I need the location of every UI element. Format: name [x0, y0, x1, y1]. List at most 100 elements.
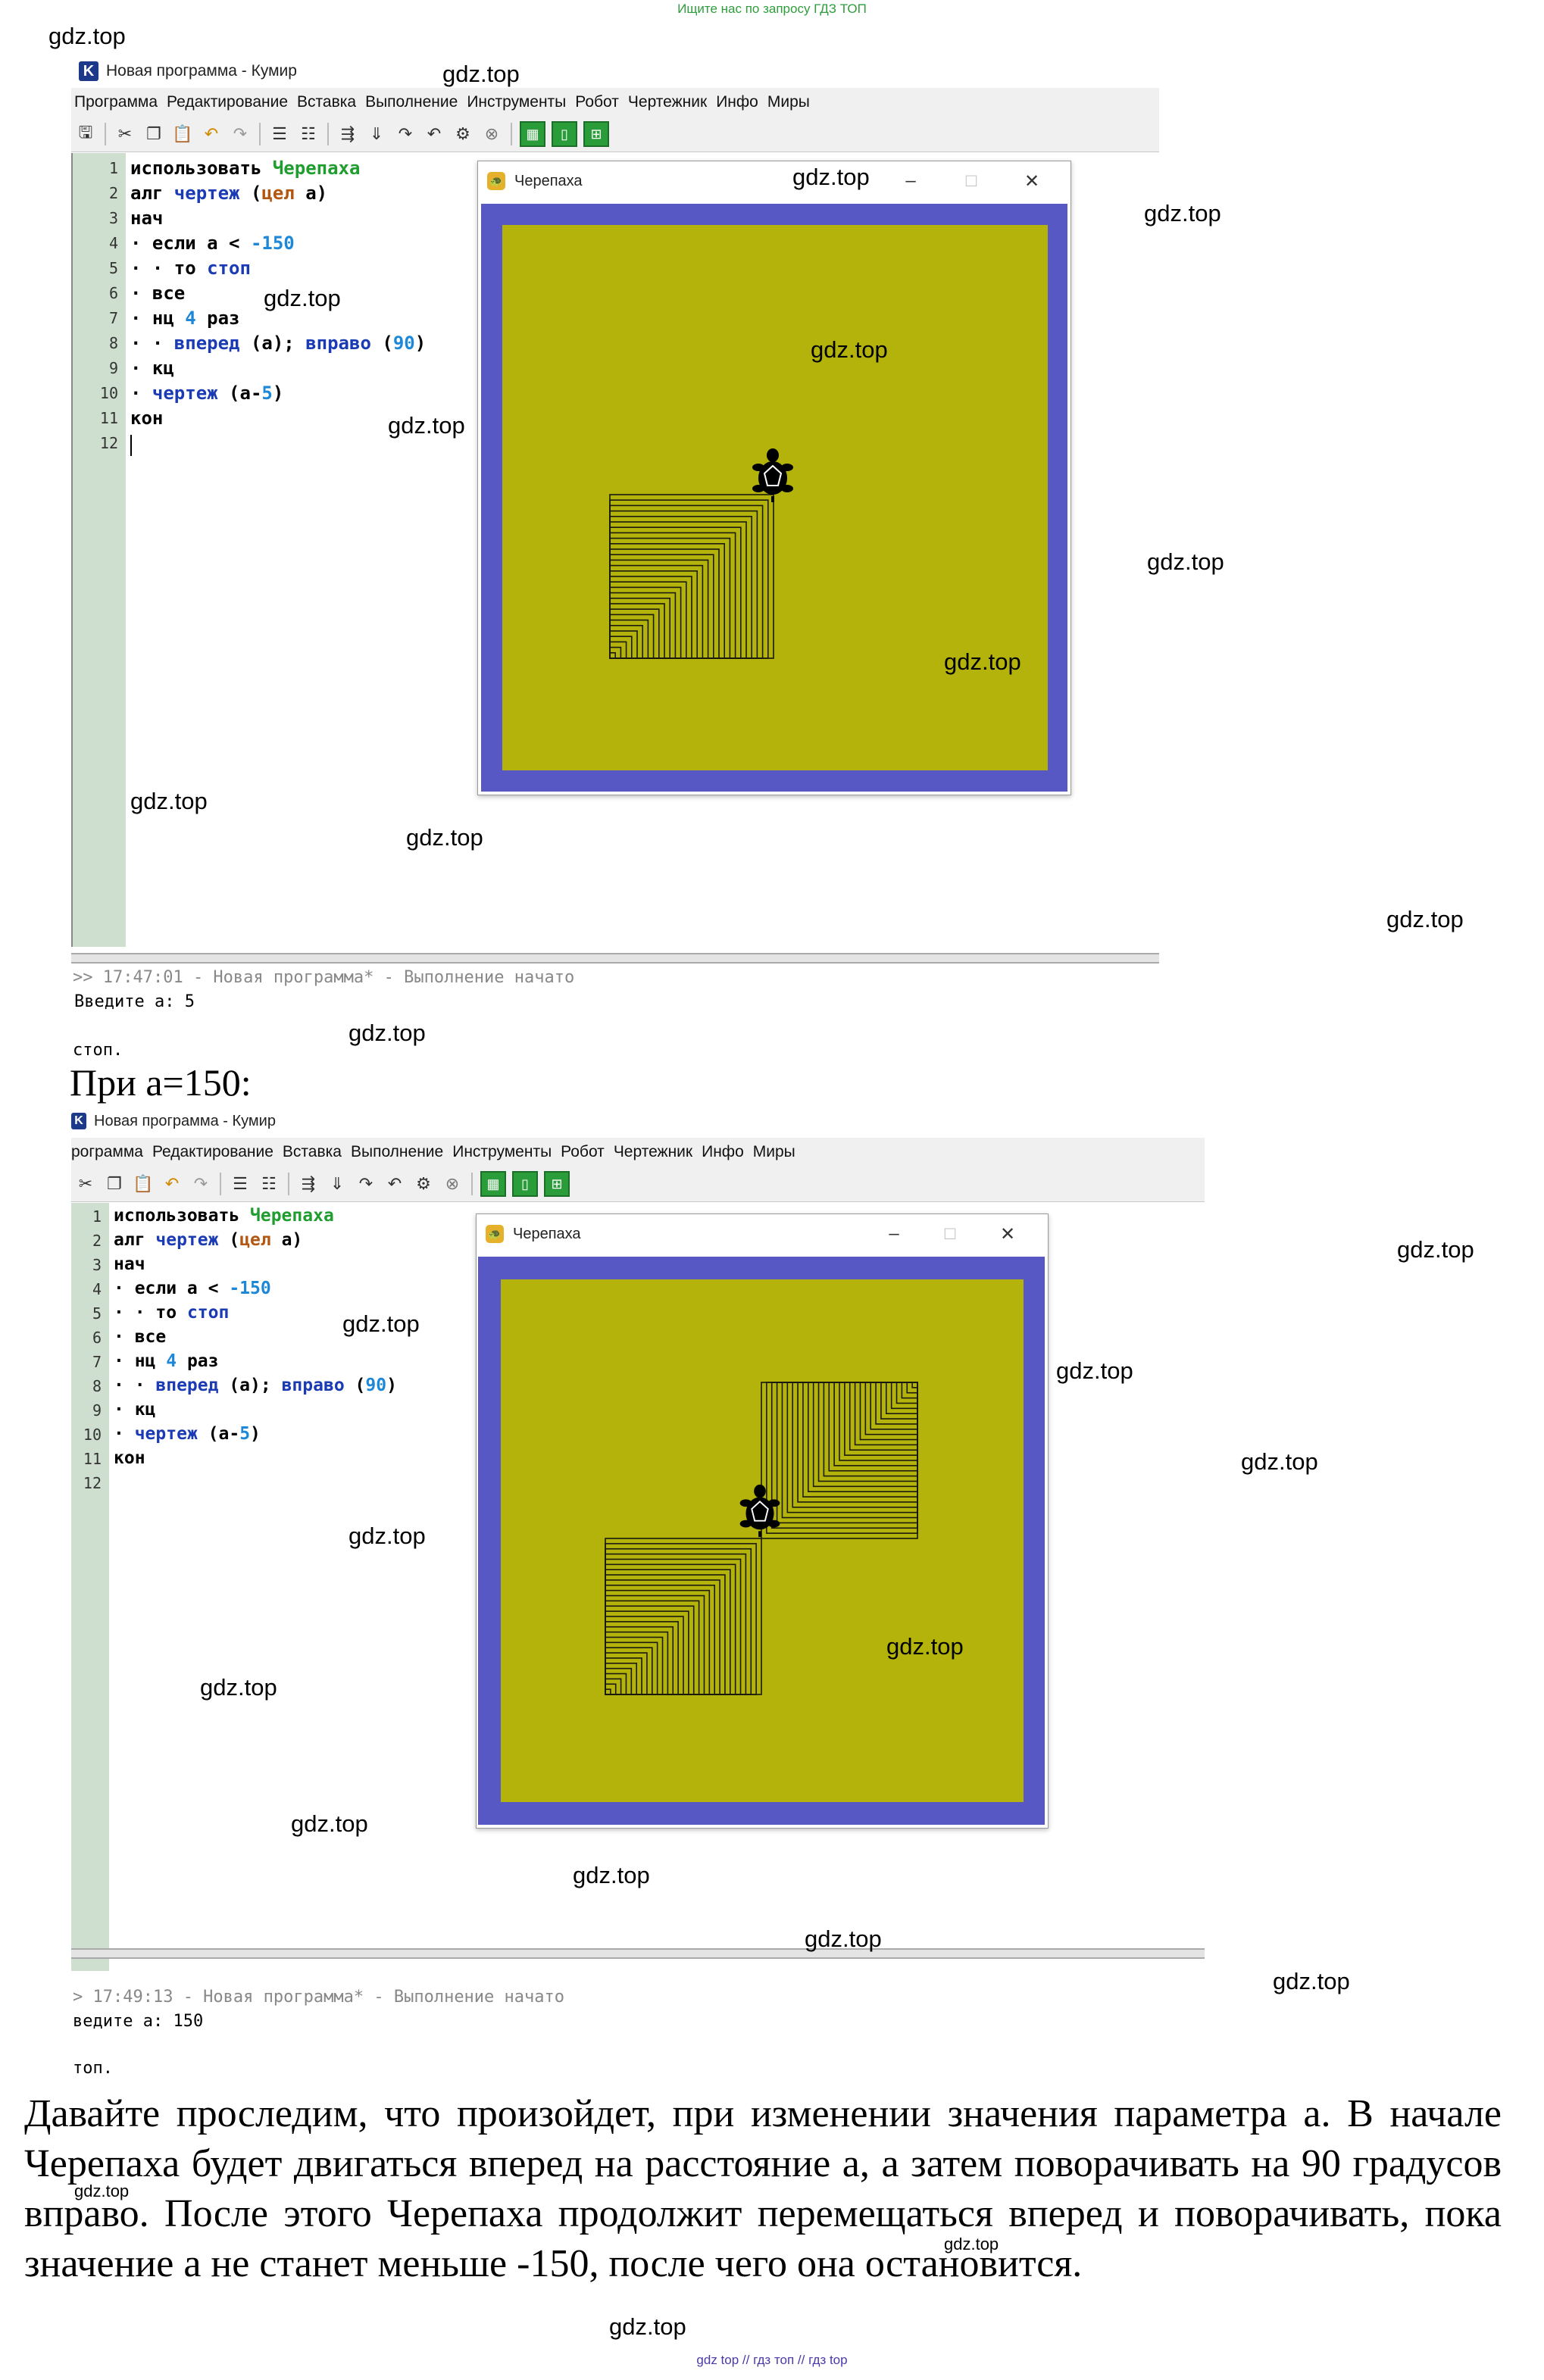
- line-number: 5: [92, 1304, 102, 1323]
- save-icon[interactable]: 🖫: [74, 123, 97, 145]
- line-number: 7: [92, 1353, 102, 1371]
- debug-icon[interactable]: ⚙: [452, 123, 474, 145]
- menu-robot[interactable]: Робот: [575, 93, 619, 111]
- watermark: gdz.top: [1386, 906, 1464, 932]
- step-icon[interactable]: ⇓: [365, 123, 388, 145]
- grid-icon[interactable]: ▦: [520, 121, 545, 147]
- toolbar: 🖫 ✂ ❐ 📋 ↶ ↷ ☰ ☷ ⇶ ⇓ ↷ ↶ ⚙ ⊗ ▦ ▯ ⊞: [71, 117, 1159, 152]
- menu-program[interactable]: рограмма: [71, 1143, 143, 1161]
- debug-icon[interactable]: ⚙: [412, 1173, 435, 1195]
- line-number: 3: [108, 209, 118, 227]
- undo-icon[interactable]: ↶: [200, 123, 223, 145]
- menu-worlds[interactable]: Миры: [767, 93, 810, 111]
- code-line-9: · кц: [114, 1400, 156, 1420]
- title-bar: K Новая программа - Кумир: [71, 55, 1159, 88]
- turtle-window-1: 🐢 Черепаха – □ ✕: [477, 161, 1071, 795]
- line-number: 11: [99, 409, 118, 427]
- toolbar: ✂ ❐ 📋 ↶ ↷ ☰ ☷ ⇶ ⇓ ↷ ↶ ⚙ ⊗ ▦ ▯ ⊞: [71, 1167, 1205, 1202]
- spiral-square: [828, 1382, 918, 1472]
- menu-tools[interactable]: Инструменты: [467, 93, 566, 111]
- watermark: gdz.top: [48, 23, 126, 49]
- close-button[interactable]: ✕: [996, 1223, 1019, 1245]
- step-in-icon[interactable]: ↷: [355, 1173, 377, 1195]
- stop-icon[interactable]: ⊗: [441, 1173, 464, 1195]
- code-line-10: · чертеж (a-5): [114, 1424, 261, 1444]
- menu-program[interactable]: Программа: [74, 93, 158, 111]
- code-line-5: · · то стоп: [114, 1303, 230, 1323]
- console-log-line: > 17:49:13 - Новая программа* - Выполнен…: [73, 1988, 565, 2007]
- code-line-1: использовать Черепаха: [130, 158, 361, 179]
- grid-icon[interactable]: ▦: [480, 1171, 506, 1197]
- undo-icon[interactable]: ↶: [161, 1173, 183, 1195]
- redo-icon[interactable]: ↷: [229, 123, 252, 145]
- watermark: gdz.top: [1397, 1236, 1474, 1263]
- grid4-icon[interactable]: ⊞: [544, 1171, 570, 1197]
- watermark: gdz.top: [1147, 548, 1224, 575]
- indent-icon[interactable]: ☰: [268, 123, 291, 145]
- console-splitter[interactable]: [71, 1948, 1205, 1959]
- menu-insert[interactable]: Вставка: [297, 93, 356, 111]
- menu-robot[interactable]: Робот: [561, 1143, 605, 1161]
- spiral-square: [609, 564, 704, 659]
- menu-drawer[interactable]: Чертежник: [628, 93, 707, 111]
- menu-info[interactable]: Инфо: [702, 1143, 744, 1161]
- step-in-icon[interactable]: ↷: [394, 123, 417, 145]
- watermark: gdz.top: [200, 1674, 277, 1701]
- line-number: 5: [108, 259, 118, 277]
- separator: [471, 1173, 473, 1195]
- minimize-button[interactable]: –: [883, 1223, 905, 1245]
- console-splitter[interactable]: [71, 953, 1159, 964]
- menu-edit[interactable]: Редактирование: [152, 1143, 273, 1161]
- menu-info[interactable]: Инфо: [716, 93, 758, 111]
- close-button[interactable]: ✕: [1020, 170, 1043, 192]
- frame-icon[interactable]: ▯: [552, 121, 577, 147]
- turtle-field[interactable]: [502, 225, 1048, 770]
- maximize-button[interactable]: □: [939, 1223, 961, 1245]
- watermark: gdz.top: [348, 1523, 426, 1549]
- step-icon[interactable]: ⇓: [326, 1173, 348, 1195]
- copy-icon[interactable]: ❐: [103, 1173, 126, 1195]
- step-out-icon[interactable]: ↶: [423, 123, 445, 145]
- maximize-button[interactable]: □: [960, 170, 983, 192]
- menu-worlds[interactable]: Миры: [753, 1143, 795, 1161]
- cut-icon[interactable]: ✂: [114, 123, 136, 145]
- menu-tools[interactable]: Инструменты: [452, 1143, 552, 1161]
- console-input-line: ведите a: 150: [73, 2012, 204, 2031]
- redo-icon[interactable]: ↷: [189, 1173, 212, 1195]
- menu-insert[interactable]: Вставка: [283, 1143, 342, 1161]
- unindent-icon[interactable]: ☷: [297, 123, 320, 145]
- spiral-square: [605, 1688, 611, 1695]
- line-number: 8: [108, 334, 118, 352]
- menu-edit[interactable]: Редактирование: [167, 93, 288, 111]
- stop-icon[interactable]: ⊗: [480, 123, 503, 145]
- search-hint-link[interactable]: Ищите нас по запросу ГДЗ ТОП: [0, 2, 1544, 17]
- run-icon[interactable]: ⇶: [336, 123, 359, 145]
- separator: [105, 123, 106, 145]
- paste-icon[interactable]: 📋: [171, 123, 194, 145]
- menu-run[interactable]: Выполнение: [351, 1143, 443, 1161]
- turtle-canvas-border: [481, 204, 1067, 792]
- cut-icon[interactable]: ✂: [74, 1173, 97, 1195]
- minimize-button[interactable]: –: [899, 170, 922, 192]
- paste-icon[interactable]: 📋: [132, 1173, 155, 1195]
- window-title: Новая программа - Кумир: [94, 1112, 276, 1129]
- turtle-window-2: 🐢 Черепаха – □ ✕: [476, 1213, 1049, 1829]
- footer-links[interactable]: gdz top // гдз топ // гдз top: [0, 2353, 1544, 2368]
- watermark: gdz.top: [388, 412, 465, 439]
- turtle-field[interactable]: [501, 1279, 1024, 1802]
- turtle-app-icon: 🐢: [486, 1225, 504, 1243]
- grid4-icon[interactable]: ⊞: [583, 121, 609, 147]
- turtle-icon: [730, 1481, 790, 1541]
- menu-drawer[interactable]: Чертежник: [614, 1143, 692, 1161]
- menu-run[interactable]: Выполнение: [365, 93, 458, 111]
- run-icon[interactable]: ⇶: [297, 1173, 320, 1195]
- indent-icon[interactable]: ☰: [229, 1173, 252, 1195]
- copy-icon[interactable]: ❐: [142, 123, 165, 145]
- code-line-6: · все: [130, 283, 186, 304]
- spiral-square: [605, 1605, 695, 1695]
- step-out-icon[interactable]: ↶: [383, 1173, 406, 1195]
- frame-icon[interactable]: ▯: [512, 1171, 538, 1197]
- watermark: gdz.top: [264, 285, 341, 311]
- unindent-icon[interactable]: ☷: [258, 1173, 280, 1195]
- turtle-icon: [742, 445, 804, 507]
